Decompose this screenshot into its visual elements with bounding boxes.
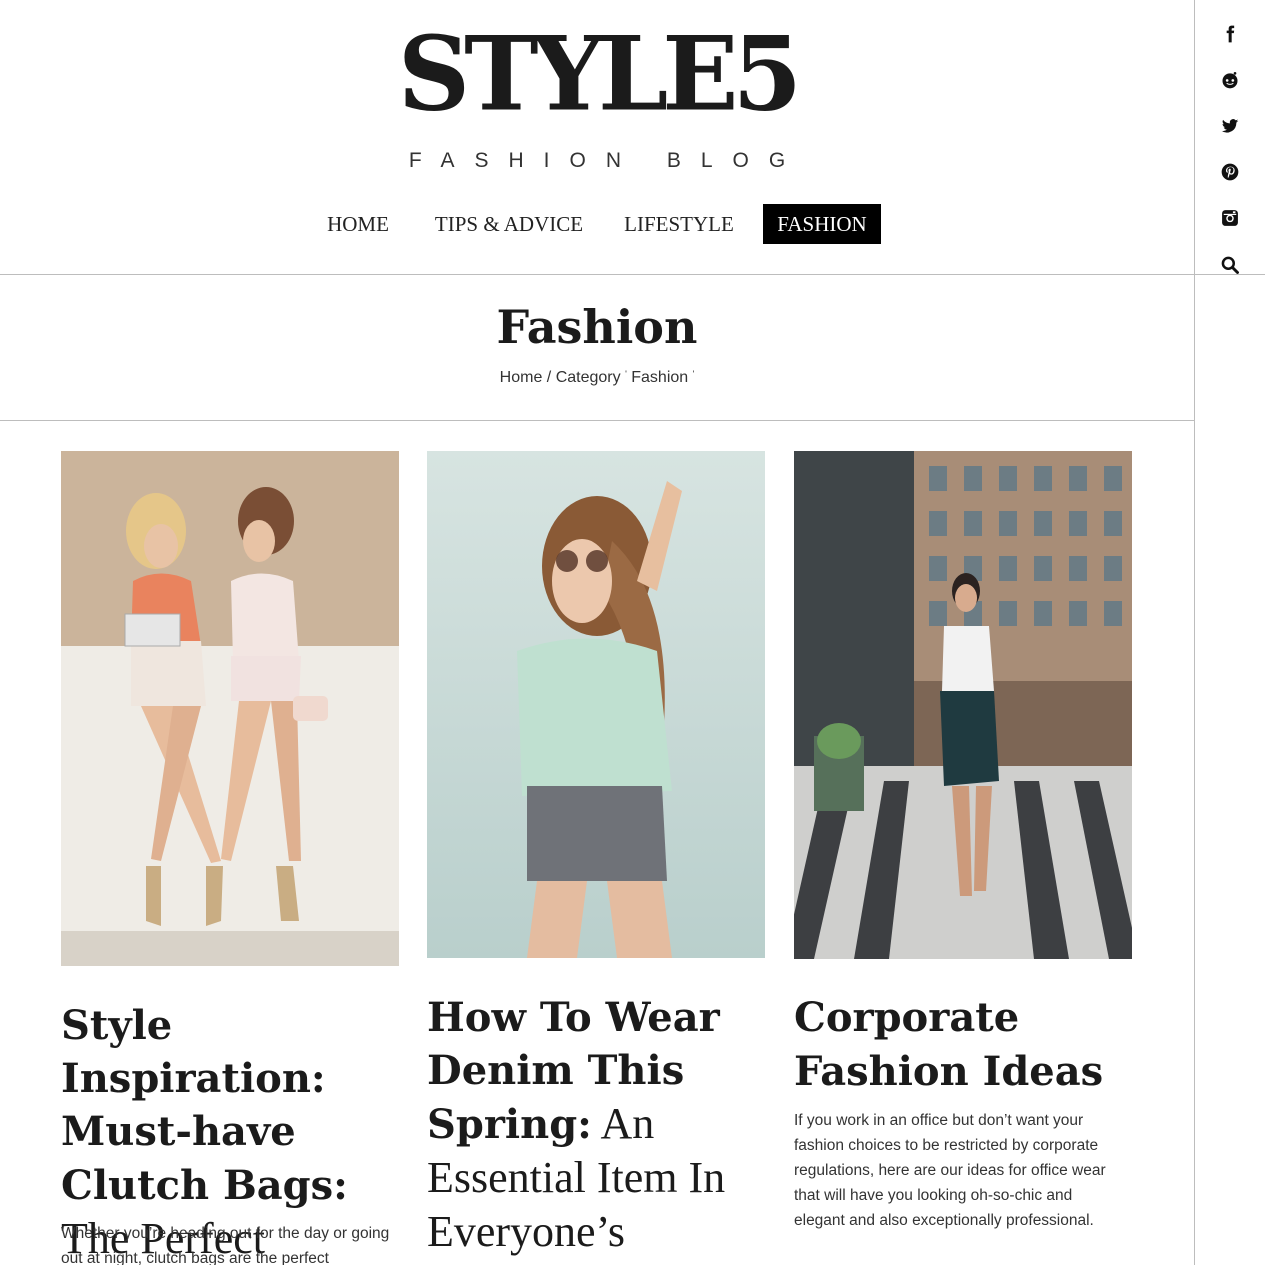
- social-sidebar: [1194, 0, 1265, 1265]
- woman-sunglasses-photo: [427, 451, 765, 958]
- site-tagline: FASHION BLOG: [408, 149, 806, 172]
- logo-container[interactable]: STYLE5: [0, 21, 1194, 127]
- reddit-icon[interactable]: [1215, 65, 1245, 95]
- main-nav: HOME TIPS & ADVICE LIFESTYLE FASHION: [0, 204, 1194, 244]
- nav-tips-advice[interactable]: TIPS & ADVICE: [424, 204, 594, 244]
- post-title-2-bold: How To Wear Denim This Spring:: [427, 994, 720, 1148]
- breadcrumb-separator-2: ': [625, 369, 627, 379]
- page-title: Fashion: [496, 300, 698, 354]
- breadcrumb-separator-3: ': [692, 369, 695, 379]
- breadcrumb-current: Fashion: [631, 369, 689, 386]
- post-title-1-bold: Style Inspiration: Must-have Clutch Bags…: [61, 1002, 348, 1209]
- facebook-icon[interactable]: [1215, 19, 1245, 49]
- twitter-icon[interactable]: [1215, 111, 1245, 141]
- breadcrumb-category[interactable]: Category: [556, 369, 621, 386]
- breadcrumb-home[interactable]: Home: [500, 369, 543, 386]
- nav-lifestyle[interactable]: LIFESTYLE: [612, 204, 746, 244]
- post-excerpt-1: Whether you’re heading out for the day o…: [61, 1225, 390, 1265]
- nav-home[interactable]: HOME: [312, 204, 404, 244]
- post-image-1[interactable]: [61, 451, 399, 966]
- two-women-photo: [61, 451, 399, 966]
- post-image-2[interactable]: [427, 451, 765, 958]
- search-icon[interactable]: [1215, 250, 1245, 280]
- breadcrumb: Home / Category ' Fashion ': [0, 369, 1194, 387]
- post-title-3[interactable]: Corporate Fashion Ideas: [794, 991, 1139, 1098]
- main-area: STYLE5 FASHION BLOG HOME TIPS & ADVICE L…: [0, 0, 1194, 1265]
- site-logo[interactable]: STYLE5: [398, 21, 802, 127]
- breadcrumb-separator: /: [546, 369, 552, 386]
- content-divider: [0, 420, 1194, 421]
- woman-city-street-photo: [794, 451, 1132, 959]
- post-title-2[interactable]: How To Wear Denim This Spring: An Essent…: [427, 991, 772, 1259]
- header-divider: [0, 274, 1194, 275]
- instagram-icon[interactable]: [1215, 203, 1245, 233]
- pinterest-icon[interactable]: [1215, 157, 1245, 187]
- post-excerpt-3: If you work in an office but don’t want …: [794, 1112, 1106, 1229]
- post-title-3-bold: Corporate Fashion Ideas: [794, 994, 1104, 1095]
- nav-fashion[interactable]: FASHION: [763, 204, 881, 244]
- social-links: [1195, 0, 1265, 275]
- post-image-3[interactable]: [794, 451, 1132, 959]
